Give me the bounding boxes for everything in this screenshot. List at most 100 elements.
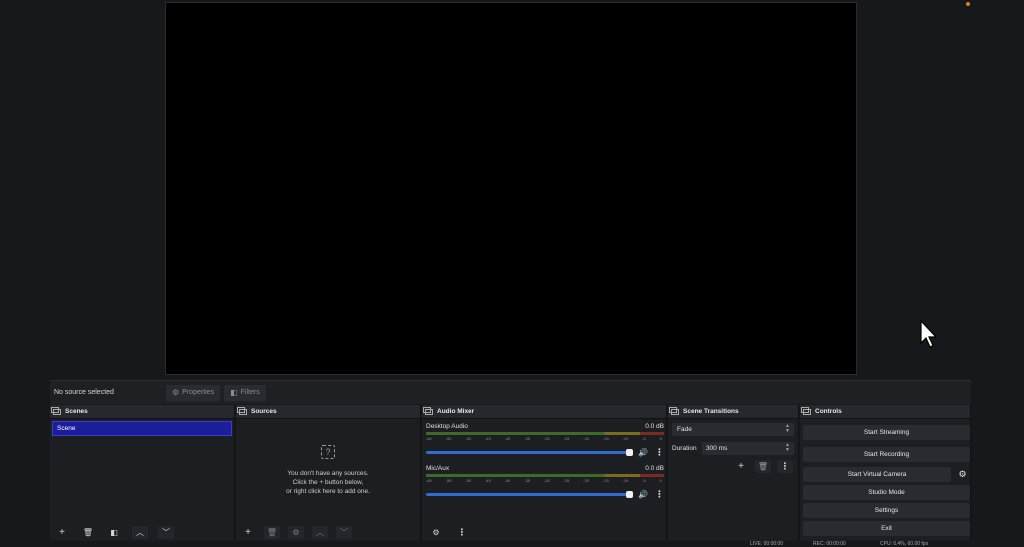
mouse-cursor-icon [920, 320, 938, 348]
advanced-audio-button[interactable]: ⚙ [428, 526, 444, 539]
move-source-up-button[interactable]: ︿ [312, 526, 328, 539]
virtual-camera-settings-button[interactable]: ⚙ [955, 467, 970, 482]
controls-dock: Controls Start Streaming Start Recording… [800, 405, 971, 541]
remove-scene-button[interactable]: 🗑 [80, 526, 96, 539]
move-source-down-button[interactable]: ﹀ [336, 526, 352, 539]
speaker-icon[interactable]: 🔊 [638, 490, 648, 499]
more-options-icon: ⋮ [457, 527, 467, 537]
controls-title: Controls [815, 408, 842, 415]
duration-label: Duration [672, 445, 697, 452]
add-scene-button[interactable]: + [54, 526, 70, 539]
remove-source-button[interactable]: 🗑 [264, 526, 280, 539]
volume-slider[interactable] [426, 449, 634, 456]
filters-label: Filters [240, 389, 260, 396]
preview-canvas[interactable] [165, 2, 857, 375]
tick-label: -10 [622, 436, 629, 441]
source-toolbar: No source selected ⚙ Properties ◧ Filter… [50, 380, 971, 404]
more-options-icon[interactable]: ⋮ [655, 489, 664, 500]
dock-undock-icon[interactable] [237, 406, 247, 415]
source-properties-button[interactable]: ⚙ [288, 526, 304, 539]
volume-slider[interactable] [426, 491, 634, 498]
updown-arrows-icon[interactable]: ▲ ▼ [785, 443, 790, 453]
start-virtual-camera-button[interactable]: Start Virtual Camera [803, 467, 951, 482]
properties-button[interactable]: ⚙ Properties [166, 384, 221, 401]
obs-window: No source selected ⚙ Properties ◧ Filter… [0, 0, 1024, 547]
gear-icon: ⚙ [292, 528, 300, 537]
dock-undock-icon[interactable] [51, 406, 61, 415]
studio-mode-button[interactable]: Studio Mode [803, 485, 970, 500]
tick-label: -45 [484, 436, 491, 441]
volume-meter [426, 474, 664, 477]
transition-menu-button[interactable]: ⋮ [777, 460, 793, 473]
tick-label: -5 [642, 436, 646, 441]
mixer-channel: Desktop Audio 0.0 dB -60 -55 -50 -45 -40 -35-… [426, 423, 664, 458]
updown-arrows-icon: ▲ ▼ [785, 423, 790, 434]
transition-selected: Fade [677, 426, 692, 433]
mixer-menu-button[interactable]: ⋮ [454, 526, 470, 539]
filter-icon: ◧ [230, 388, 238, 397]
chevron-up-icon: ︿ [316, 528, 324, 537]
sources-empty-state[interactable]: ? You don't have any sources. Click the … [236, 445, 420, 496]
more-options-icon[interactable]: ⋮ [655, 447, 664, 458]
tick-label: -30 [543, 478, 550, 483]
sources-toolbar: + 🗑 ⚙ ︿ ﹀ [236, 526, 352, 539]
volume-meter [426, 432, 664, 435]
meter-ticks: -60 -55 -50 -45 -40 -35 -30 -25 -20 -15 -10 -5 0 [426, 478, 664, 483]
filters-button[interactable]: ◧ Filters [224, 384, 266, 401]
tick-label: 0 [659, 478, 662, 483]
plus-icon: + [245, 527, 251, 538]
channel-name: Mic/Aux [426, 465, 450, 472]
trash-icon: 🗑 [757, 462, 769, 471]
remove-transition-button[interactable]: 🗑 [755, 460, 771, 473]
transition-select[interactable]: Fade ▲ ▼ [672, 423, 794, 436]
chevron-up-icon: ︿ [136, 528, 144, 537]
start-recording-button[interactable]: Start Recording [803, 447, 970, 462]
tick-label: -30 [543, 436, 550, 441]
start-streaming-button[interactable]: Start Streaming [803, 425, 970, 440]
scenes-title: Scenes [65, 408, 88, 415]
tick-label: -25 [563, 478, 570, 483]
sources-header: Sources [236, 405, 420, 419]
scene-transitions-title: Scene Transitions [683, 408, 739, 415]
tick-label: -15 [602, 436, 609, 441]
slider-handle[interactable] [626, 491, 634, 498]
scenes-dock: Scenes Scene + 🗑 ◧ ︿ ﹀ [50, 405, 235, 541]
tick-label: -15 [602, 478, 609, 483]
tick-label: -50 [465, 436, 472, 441]
live-status: LIVE: 00:00:00 [750, 541, 784, 547]
tick-label: 0 [659, 436, 662, 441]
channel-name: Desktop Audio [426, 423, 468, 430]
trash-icon: 🗑 [82, 528, 94, 537]
settings-button[interactable]: Settings [803, 503, 970, 518]
tick-label: -35 [524, 436, 531, 441]
more-options-icon: ⋮ [780, 461, 790, 471]
exit-button[interactable]: Exit [803, 521, 970, 536]
slider-handle[interactable] [626, 449, 634, 456]
scene-list-item[interactable]: Scene [52, 421, 232, 436]
scene-filters-button[interactable]: ◧ [106, 526, 122, 539]
mixer-toolbar: ⚙ ⋮ [422, 526, 470, 539]
dock-undock-icon[interactable] [801, 406, 811, 415]
tick-label: -20 [583, 478, 590, 483]
tick-label: -10 [622, 478, 629, 483]
duration-spinbox[interactable]: 300 ms ▲ ▼ [702, 442, 794, 455]
channel-db: 0.0 dB [645, 423, 664, 430]
empty-line-2: Click the + button below, [292, 479, 364, 486]
duration-value: 300 ms [706, 445, 728, 452]
add-source-button[interactable]: + [240, 526, 256, 539]
sources-dock: Sources ? You don't have any sources. Cl… [236, 405, 421, 541]
status-bar: LIVE: 00:00:00 REC: 00:00:00 CPU: 0.4%, … [0, 541, 1024, 547]
audio-mixer-dock: Audio Mixer Desktop Audio 0.0 dB -60 -55 -… [422, 405, 667, 541]
gear-icon: ⚙ [432, 528, 440, 537]
channel-db: 0.0 dB [645, 465, 664, 472]
scenes-toolbar: + 🗑 ◧ ︿ ﹀ [50, 526, 174, 539]
plus-icon: + [59, 527, 65, 538]
move-scene-down-button[interactable]: ﹀ [158, 526, 174, 539]
audio-mixer-title: Audio Mixer [437, 408, 475, 415]
add-transition-button[interactable]: + [733, 460, 749, 473]
tick-label: -25 [563, 436, 570, 441]
dock-undock-icon[interactable] [423, 406, 433, 415]
dock-undock-icon[interactable] [669, 406, 679, 415]
move-scene-up-button[interactable]: ︿ [132, 526, 148, 539]
speaker-icon[interactable]: 🔊 [638, 448, 648, 457]
